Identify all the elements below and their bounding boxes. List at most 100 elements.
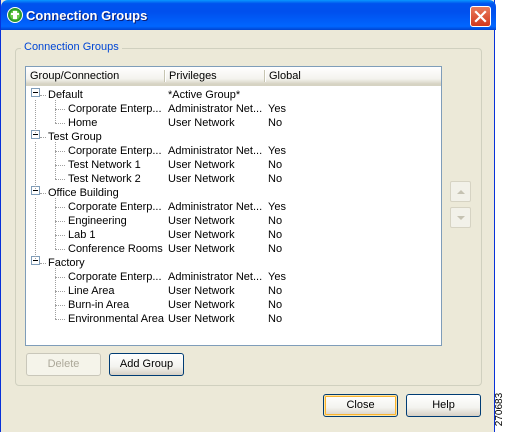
privileges-cell: User Network	[168, 229, 235, 241]
global-cell: No	[268, 285, 283, 297]
group-row[interactable]: Factory	[26, 256, 441, 270]
connection-name: Engineering	[68, 215, 127, 227]
privileges-cell: User Network	[168, 313, 235, 325]
group-name: Office Building	[48, 187, 119, 199]
arrow-down-icon	[457, 216, 465, 220]
connection-row[interactable]: Corporate Enterp... Administrator Net... Y…	[26, 270, 441, 284]
privileges-cell: User Network	[168, 243, 235, 255]
app-icon	[7, 7, 23, 23]
connection-row[interactable]: Home User Network No	[26, 116, 441, 130]
delete-button[interactable]: Delete	[26, 353, 101, 376]
help-button[interactable]: Help	[406, 394, 481, 417]
connection-row[interactable]: Test Network 2 User Network No	[26, 172, 441, 186]
global-cell: No	[268, 173, 283, 185]
connection-row[interactable]: Conference Rooms User Network No	[26, 242, 441, 256]
tree-connector	[55, 249, 65, 250]
figure-id: 270683	[494, 390, 507, 430]
tree-connector	[55, 165, 65, 166]
close-button[interactable]: Close	[323, 394, 398, 417]
connection-row[interactable]: Corporate Enterp... Administrator Net... Y…	[26, 200, 441, 214]
tree-connector	[55, 277, 65, 278]
tree-connector	[55, 235, 65, 236]
connection-row[interactable]: Burn-in Area User Network No	[26, 298, 441, 312]
privileges-cell: Administrator Net...	[168, 145, 263, 157]
connection-row[interactable]: Lab 1 User Network No	[26, 228, 441, 242]
connection-name: Corporate Enterp...	[68, 145, 162, 157]
connection-name: Corporate Enterp...	[68, 103, 162, 115]
tree-connector	[55, 179, 65, 180]
tree-connector	[55, 291, 65, 292]
connection-name: Test Network 2	[68, 173, 141, 185]
privileges-cell: User Network	[168, 215, 235, 227]
connection-name: Lab 1	[68, 229, 96, 241]
list-header: Group/Connection Privileges Global	[26, 67, 441, 86]
privileges-cell: User Network	[168, 159, 235, 171]
connection-row[interactable]: Line Area User Network No	[26, 284, 441, 298]
tree-connector	[35, 198, 36, 259]
tree-connector	[55, 123, 65, 124]
title-bar[interactable]: Connection Groups	[1, 0, 496, 30]
connection-groups-list[interactable]: Group/Connection Privileges Global Defau…	[25, 66, 442, 346]
column-header-privileges[interactable]: Privileges	[165, 67, 264, 84]
global-cell: No	[268, 215, 283, 227]
connection-name: Line Area	[68, 285, 115, 297]
global-cell: Yes	[268, 201, 286, 213]
tree-connector	[55, 109, 65, 110]
group-row[interactable]: Test Group	[26, 130, 441, 144]
tree-connector	[35, 142, 36, 189]
connection-name: Burn-in Area	[68, 299, 130, 311]
privileges-cell: Administrator Net...	[168, 271, 263, 283]
global-cell: No	[268, 313, 283, 325]
global-cell: Yes	[268, 271, 286, 283]
tree-connector	[55, 198, 56, 249]
tree-connector	[40, 95, 46, 96]
group-row[interactable]: Default *Active Group*	[26, 88, 441, 102]
tree-connector	[40, 193, 46, 194]
tree-connector	[55, 268, 56, 319]
global-cell: Yes	[268, 103, 286, 115]
column-header-global[interactable]: Global	[265, 67, 441, 84]
global-cell: No	[268, 299, 283, 311]
move-down-button[interactable]	[450, 207, 471, 228]
connection-row[interactable]: Test Network 1 User Network No	[26, 158, 441, 172]
global-cell: No	[268, 229, 283, 241]
groupbox-legend: Connection Groups	[21, 41, 122, 53]
group-name: Default	[48, 89, 83, 101]
close-window-button[interactable]	[470, 6, 491, 27]
connection-row[interactable]: Environmental Area User Network No	[26, 312, 441, 326]
privileges-cell: User Network	[168, 173, 235, 185]
column-header-group-connection[interactable]: Group/Connection	[26, 67, 164, 84]
privileges-cell: User Network	[168, 117, 235, 129]
global-cell: No	[268, 159, 283, 171]
connection-name: Corporate Enterp...	[68, 201, 162, 213]
collapse-icon[interactable]	[31, 88, 40, 97]
connection-name: Test Network 1	[68, 159, 141, 171]
privileges-cell: User Network	[168, 285, 235, 297]
group-name: Factory	[48, 257, 85, 269]
tree-connector	[40, 263, 46, 264]
connection-row[interactable]: Engineering User Network No	[26, 214, 441, 228]
group-row[interactable]: Office Building	[26, 186, 441, 200]
connection-row[interactable]: Corporate Enterp... Administrator Net... Y…	[26, 102, 441, 116]
group-name: Test Group	[48, 131, 102, 143]
connection-name: Conference Rooms	[68, 243, 163, 255]
tree-connector	[55, 221, 65, 222]
add-group-button[interactable]: Add Group	[109, 353, 184, 376]
connection-groups-dialog: Connection Groups Connection Groups Grou…	[0, 0, 496, 432]
tree-connector	[55, 207, 65, 208]
connection-name: Corporate Enterp...	[68, 271, 162, 283]
window-title: Connection Groups	[26, 8, 148, 23]
tree-connector	[55, 319, 65, 320]
connection-name: Home	[68, 117, 98, 129]
connection-name: Environmental Area	[68, 313, 164, 325]
arrow-up-icon	[457, 190, 465, 194]
global-cell: No	[268, 117, 283, 129]
privileges-cell: Administrator Net...	[168, 201, 263, 213]
move-up-button[interactable]	[450, 181, 471, 202]
global-cell: Yes	[268, 145, 286, 157]
privileges-cell: *Active Group*	[168, 89, 241, 101]
privileges-cell: User Network	[168, 299, 235, 311]
tree-connector	[35, 100, 36, 133]
tree-connector	[55, 305, 65, 306]
connection-row[interactable]: Corporate Enterp... Administrator Net... Y…	[26, 144, 441, 158]
